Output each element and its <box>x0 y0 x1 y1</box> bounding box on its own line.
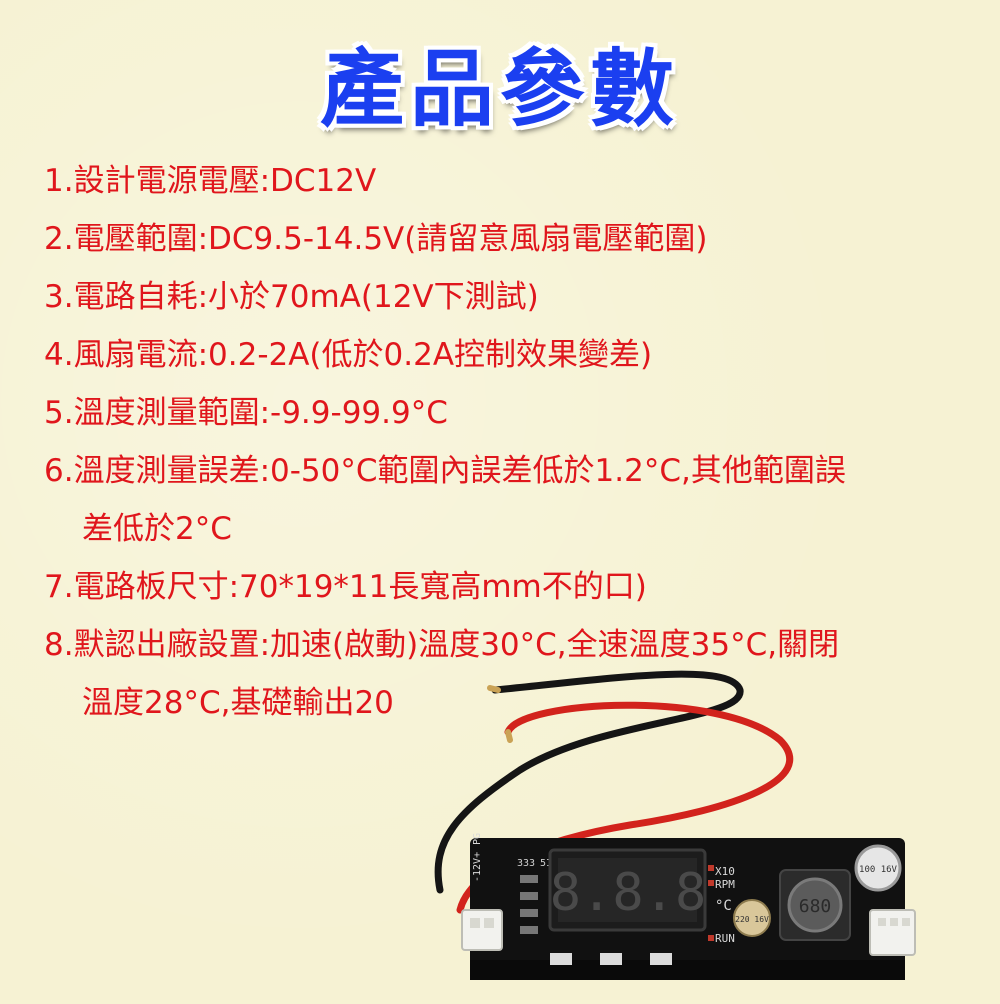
spec-line-continuation: 差低於2°C <box>82 511 232 547</box>
connector-pin <box>484 918 494 928</box>
spec-item: 7.電路板尺寸:70*19*11長寬高mm不的口) <box>44 558 974 616</box>
spec-item: 4.風扇電流:0.2-2A(低於0.2A控制效果變差) <box>44 326 974 384</box>
unit-label: X10 <box>715 865 735 878</box>
silkscreen-label: 333 <box>517 858 535 869</box>
capacitor-label: 220 16V <box>735 915 769 924</box>
display-digits: 8.8.8 <box>550 863 707 923</box>
unit-label: RUN <box>715 932 735 945</box>
pin-label: PG <box>472 833 483 845</box>
product-photo: -12V+ PG 333 5I2 8.8.8 X10 RPM °C RUN 22… <box>400 660 980 1000</box>
fan-controller-board-image: -12V+ PG 333 5I2 8.8.8 X10 RPM °C RUN 22… <box>434 670 916 980</box>
spec-line: 1.設計電源電壓:DC12V <box>44 163 377 199</box>
capacitor-label: 100 16V <box>859 865 898 875</box>
spec-list: 1.設計電源電壓:DC12V 2.電壓範圍:DC9.5-14.5V(請留意風扇電… <box>44 152 974 732</box>
pcb-edge <box>470 960 905 980</box>
wire-tip <box>487 685 501 693</box>
spec-line: 2.電壓範圍:DC9.5-14.5V(請留意風扇電壓範圍) <box>44 221 708 257</box>
led-indicator <box>708 880 714 886</box>
spec-item: 5.溫度測量範圍:-9.9-99.9°C <box>44 384 974 442</box>
connector-pin <box>902 918 910 926</box>
connector-pin <box>470 918 480 928</box>
spec-item: 1.設計電源電壓:DC12V <box>44 152 974 210</box>
spec-line: 8.默認出廠設置:加速(啟動)溫度30°C,全速溫度35°C,關閉 <box>44 627 840 663</box>
smd-component <box>520 892 538 900</box>
smd-component <box>520 909 538 917</box>
spec-item: 6.溫度測量誤差:0-50°C範圍內誤差低於1.2°C,其他範圍誤 差低於2°C <box>44 442 974 558</box>
spec-line: 6.溫度測量誤差:0-50°C範圍內誤差低於1.2°C,其他範圍誤 <box>44 453 846 489</box>
wire-tip <box>505 729 513 743</box>
pin-label: -12V+ <box>472 852 483 882</box>
spec-line: 3.電路自耗:小於70mA(12V下測試) <box>44 279 539 315</box>
smd-component <box>520 875 538 883</box>
smd-component <box>520 926 538 934</box>
unit-label: °C <box>715 898 732 914</box>
tact-button <box>600 953 622 965</box>
spec-line: 5.溫度測量範圍:-9.9-99.9°C <box>44 395 448 431</box>
spec-item: 3.電路自耗:小於70mA(12V下測試) <box>44 268 974 326</box>
spec-item: 2.電壓範圍:DC9.5-14.5V(請留意風扇電壓範圍) <box>44 210 974 268</box>
tact-button <box>650 953 672 965</box>
led-indicator <box>708 865 714 871</box>
inductor-label: 680 <box>799 896 832 917</box>
left-connector <box>461 909 503 951</box>
page-title: 產品參數 <box>319 40 680 138</box>
spec-line: 7.電路板尺寸:70*19*11長寬高mm不的口) <box>44 569 647 605</box>
right-connector <box>869 909 916 956</box>
led-indicator <box>708 935 714 941</box>
tact-button <box>550 953 572 965</box>
unit-label: RPM <box>715 878 735 891</box>
connector-pin <box>878 918 886 926</box>
spec-line: 4.風扇電流:0.2-2A(低於0.2A控制效果變差) <box>44 337 653 373</box>
connector-pin <box>890 918 898 926</box>
